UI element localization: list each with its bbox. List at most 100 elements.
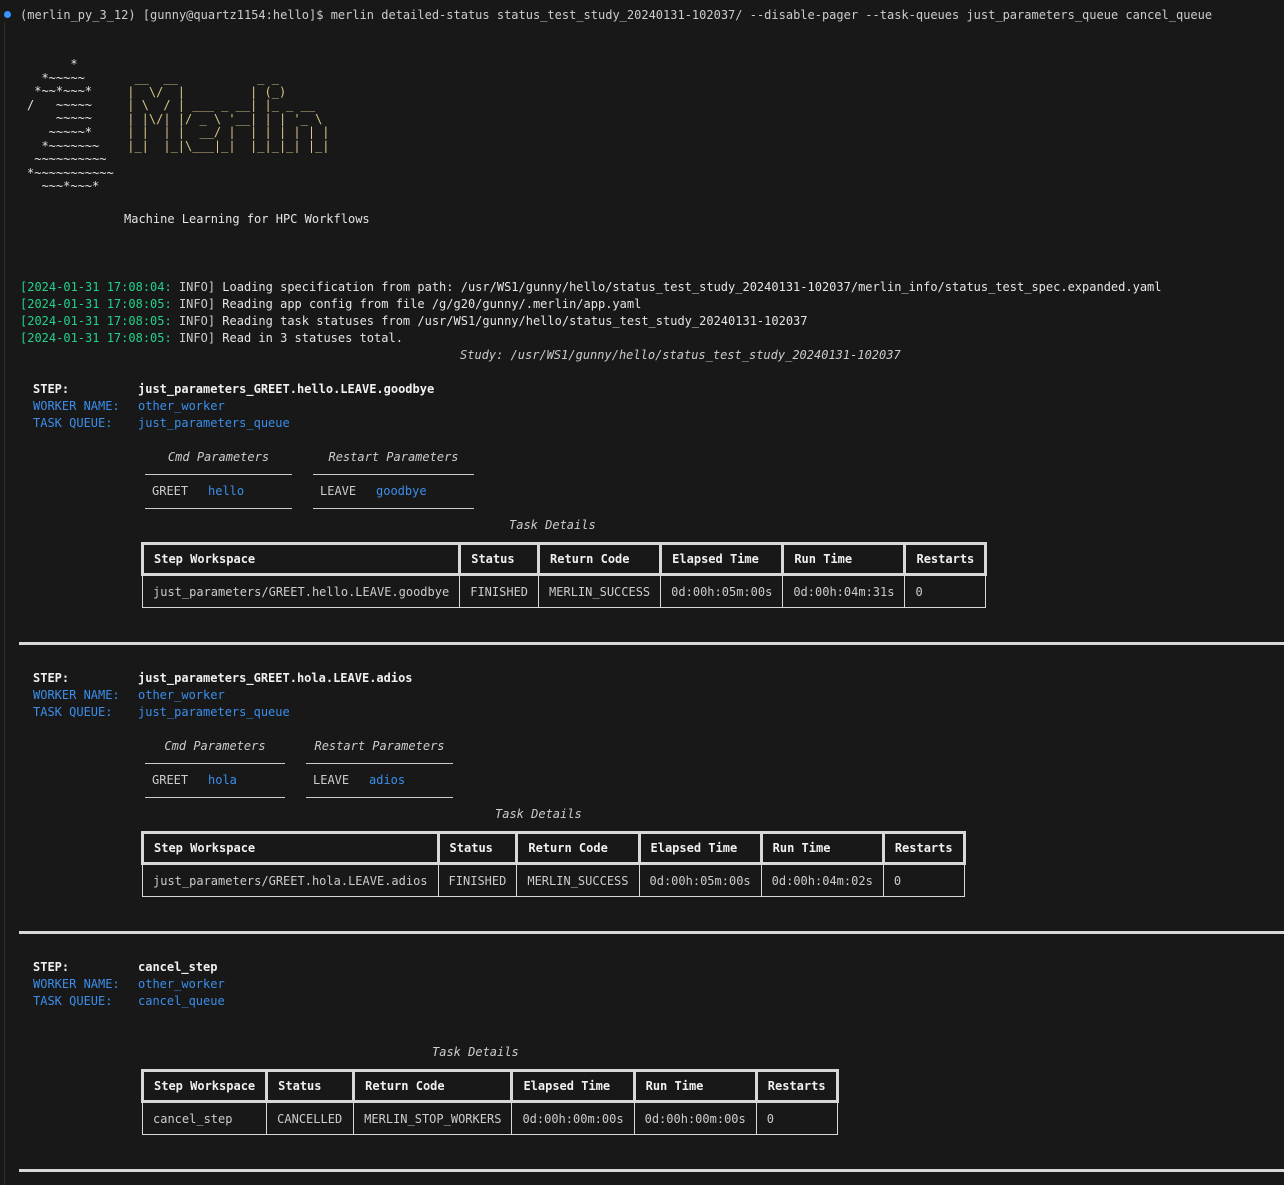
- logo-line: ~~~~~: [27, 111, 93, 126]
- step-label: STEP:: [33, 960, 70, 974]
- cell-status: CANCELLED: [266, 1101, 355, 1135]
- terminal-gutter: [4, 22, 5, 1185]
- col-elapsed-time: Elapsed Time: [659, 542, 785, 576]
- worker-name-value: other_worker: [138, 688, 225, 702]
- col-status: Status: [458, 542, 541, 576]
- task-details-table: Step Workspace Status Return Code Elapse…: [140, 1069, 839, 1135]
- col-return-code: Return Code: [352, 1069, 514, 1103]
- col-step-workspace: Step Workspace: [140, 1069, 269, 1103]
- restart-params-bottom-rule: [313, 508, 474, 509]
- log-message: Reading app config from file /g/g20/gunn…: [215, 297, 642, 311]
- col-elapsed-time: Elapsed Time: [510, 1069, 636, 1103]
- log-message: Reading task statuses from /usr/WS1/gunn…: [215, 314, 808, 328]
- col-status: Status: [265, 1069, 356, 1103]
- ascii-title-line: | |\/| |/ _ \ '__| | | '_ \: [120, 111, 323, 126]
- col-elapsed-time: Elapsed Time: [637, 831, 763, 865]
- col-step-workspace: Step Workspace: [141, 831, 440, 865]
- ascii-title-line: | | | | __/ | | | | | | |: [120, 125, 330, 140]
- cell-run-time: 0d:00h:00m:00s: [633, 1101, 757, 1135]
- step-separator: [19, 1169, 1284, 1172]
- ascii-title-line: | \ / | ___ _ __| |_ _ __: [120, 98, 316, 113]
- restart-params-header: Restart Parameters: [314, 739, 445, 753]
- col-return-code: Return Code: [515, 831, 641, 865]
- worker-name-value: other_worker: [138, 977, 225, 991]
- step-separator: [19, 931, 1284, 934]
- log-message: Loading specification from path: /usr/WS…: [215, 280, 1162, 294]
- cell-status: FINISHED: [437, 863, 518, 897]
- step-separator: [19, 642, 1284, 645]
- task-details-title: Task Details: [432, 1045, 519, 1059]
- cmd-params-header: Cmd Parameters: [167, 450, 270, 464]
- cmd-param-value: hola: [208, 773, 237, 787]
- cmd-param-key: GREET: [152, 773, 189, 787]
- command-text: merlin detailed-status status_test_study…: [330, 8, 1213, 22]
- worker-name-label: WORKER NAME:: [33, 977, 120, 991]
- logo-line: ~~~~~*: [27, 124, 93, 139]
- task-queue-value: just_parameters_queue: [138, 416, 290, 430]
- restart-params-bottom-rule: [306, 797, 453, 798]
- step-label: STEP:: [33, 671, 70, 685]
- table-row: just_parameters/GREET.hello.LEAVE.goodby…: [141, 574, 987, 608]
- cell-status: FINISHED: [459, 574, 540, 608]
- step-label: STEP:: [33, 382, 70, 396]
- col-status: Status: [436, 831, 519, 865]
- log-level: INFO]: [171, 280, 216, 294]
- col-run-time: Run Time: [759, 831, 885, 865]
- log-timestamp: [2024-01-31 17:08:05:: [20, 297, 172, 311]
- task-details-table: Step Workspace Status Return Code Elapse…: [141, 831, 966, 897]
- log-level: INFO]: [171, 314, 216, 328]
- task-queue-label: TASK QUEUE:: [33, 994, 113, 1008]
- task-queue-label: TASK QUEUE:: [33, 416, 113, 430]
- merlin-logo: * *~~~~~ *~~*~~~* / ~~~~~ ~~~~~ ~~~~~* *~…: [27, 57, 114, 194]
- command-status-icon[interactable]: [4, 11, 11, 18]
- table-header-row: Step Workspace Status Return Code Elapse…: [141, 831, 966, 865]
- cell-restarts: 0: [882, 863, 965, 897]
- cell-elapsed-time: 0d:00h:05m:00s: [660, 574, 784, 608]
- log-level: INFO]: [171, 331, 216, 345]
- cell-return-code: MERLIN_SUCCESS: [516, 863, 640, 897]
- shell-prompt: [gunny@quartz1154:hello]$: [142, 8, 324, 22]
- logo-line: *~~~~~: [27, 70, 85, 85]
- study-path: Study: /usr/WS1/gunny/hello/status_test_…: [460, 348, 901, 362]
- command-line[interactable]: (merlin_py_3_12) [gunny@quartz1154:hello…: [20, 7, 1212, 24]
- cell-run-time: 0d:00h:04m:31s: [782, 574, 906, 608]
- restart-param-value: adios: [369, 773, 406, 787]
- conda-env: (merlin_py_3_12): [20, 8, 136, 22]
- cell-return-code: MERLIN_SUCCESS: [538, 574, 662, 608]
- cell-restarts: 0: [755, 1101, 838, 1135]
- logo-line: *~~~~~~~: [27, 138, 100, 153]
- cmd-params-rule: [145, 474, 292, 475]
- task-queue-label: TASK QUEUE:: [33, 705, 113, 719]
- log-timestamp: [2024-01-31 17:08:05:: [20, 314, 172, 328]
- worker-name-value: other_worker: [138, 399, 225, 413]
- cell-step-workspace: cancel_step: [141, 1101, 268, 1135]
- log-level: INFO]: [171, 297, 216, 311]
- col-run-time: Run Time: [781, 542, 907, 576]
- task-queue-value: cancel_queue: [138, 994, 225, 1008]
- cmd-params-rule: [145, 763, 285, 764]
- col-restarts: Restarts: [903, 542, 988, 576]
- cmd-param-value: hello: [208, 484, 245, 498]
- logo-line: / ~~~~~: [27, 97, 93, 112]
- log-timestamp: [2024-01-31 17:08:04:: [20, 280, 172, 294]
- step-name: just_parameters_GREET.hello.LEAVE.goodby…: [138, 382, 435, 396]
- cmd-params-header: Cmd Parameters: [164, 739, 266, 753]
- log-message: Read in 3 statuses total.: [215, 331, 403, 345]
- col-step-workspace: Step Workspace: [140, 542, 462, 576]
- logo-line: *~~*~~~*: [27, 84, 93, 99]
- restart-params-rule: [306, 763, 453, 764]
- restart-param-key: LEAVE: [320, 484, 357, 498]
- logo-line: ~~~~~~~~~~: [27, 152, 107, 167]
- col-restarts: Restarts: [754, 1069, 839, 1103]
- restart-param-value: goodbye: [376, 484, 427, 498]
- cmd-params-bottom-rule: [145, 508, 292, 509]
- ascii-title-line: |_| |_|\___|_| |_|_|_| |_|: [120, 138, 330, 153]
- task-details-title: Task Details: [495, 807, 582, 821]
- task-details-table: Step Workspace Status Return Code Elapse…: [140, 542, 988, 608]
- cell-step-workspace: just_parameters/GREET.hola.LEAVE.adios: [142, 863, 439, 897]
- worker-name-label: WORKER NAME:: [33, 688, 120, 702]
- table-header-row: Step Workspace Status Return Code Elapse…: [140, 1069, 839, 1103]
- log-line: [2024-01-31 17:08:05: INFO] Reading task…: [20, 313, 808, 330]
- step-name: just_parameters_GREET.hola.LEAVE.adios: [138, 671, 413, 685]
- logo-line: ~~~*~~~*: [27, 179, 100, 194]
